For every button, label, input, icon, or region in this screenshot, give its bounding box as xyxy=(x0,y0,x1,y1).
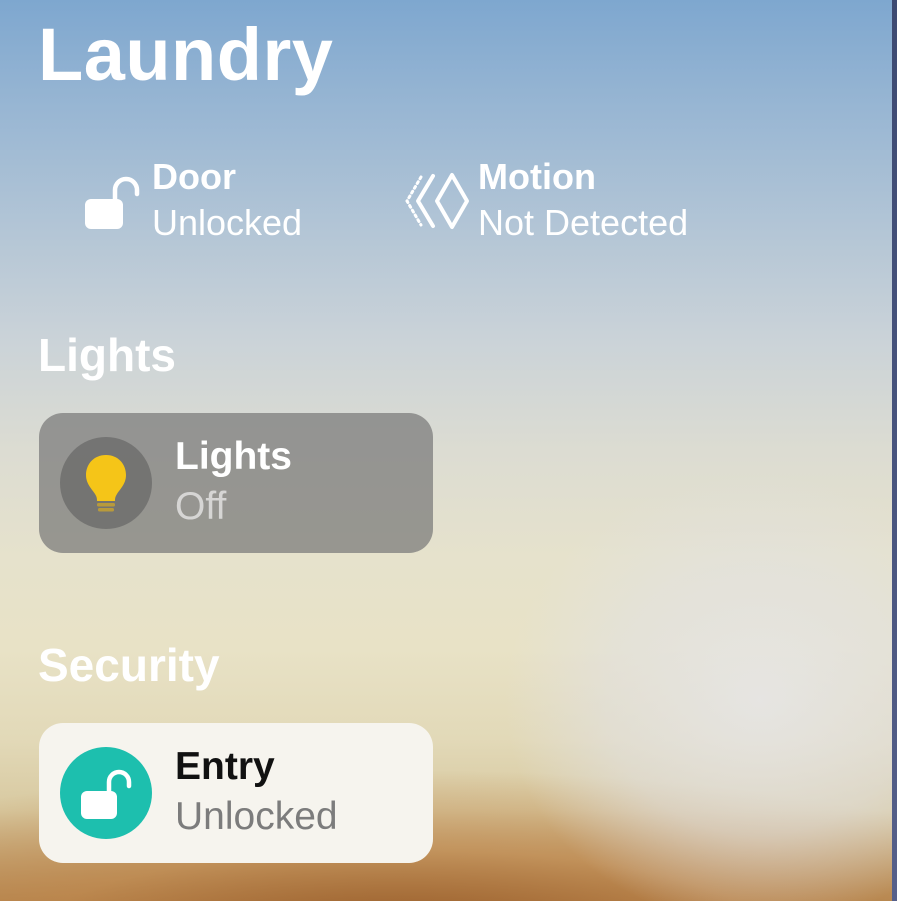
lights-tile-name: Lights xyxy=(175,435,292,478)
lightbulb-icon[interactable] xyxy=(60,437,152,529)
door-status[interactable]: Door Unlocked xyxy=(78,155,302,247)
entry-tile-state: Unlocked xyxy=(175,795,338,838)
unlocked-padlock-icon[interactable] xyxy=(60,747,152,839)
unlocked-padlock-icon xyxy=(78,161,146,241)
section-heading-security: Security xyxy=(38,639,220,691)
motion-status[interactable]: Motion Not Detected xyxy=(404,155,688,247)
section-heading-lights: Lights xyxy=(38,329,176,381)
motion-status-label: Motion xyxy=(478,156,596,197)
lights-accessory-tile[interactable]: Lights Off xyxy=(39,413,433,553)
door-status-label: Door xyxy=(152,156,236,197)
motion-sensor-icon xyxy=(404,161,472,241)
motion-status-value: Not Detected xyxy=(478,202,689,243)
window-edge xyxy=(892,0,897,901)
entry-tile-name: Entry xyxy=(175,745,275,788)
home-room-screen: Laundry Door Unlocked Motion Not Detecte… xyxy=(0,0,897,901)
entry-lock-tile[interactable]: Entry Unlocked xyxy=(39,723,433,863)
lights-tile-state: Off xyxy=(175,485,227,528)
room-title: Laundry xyxy=(38,13,334,96)
door-status-value: Unlocked xyxy=(152,202,303,243)
